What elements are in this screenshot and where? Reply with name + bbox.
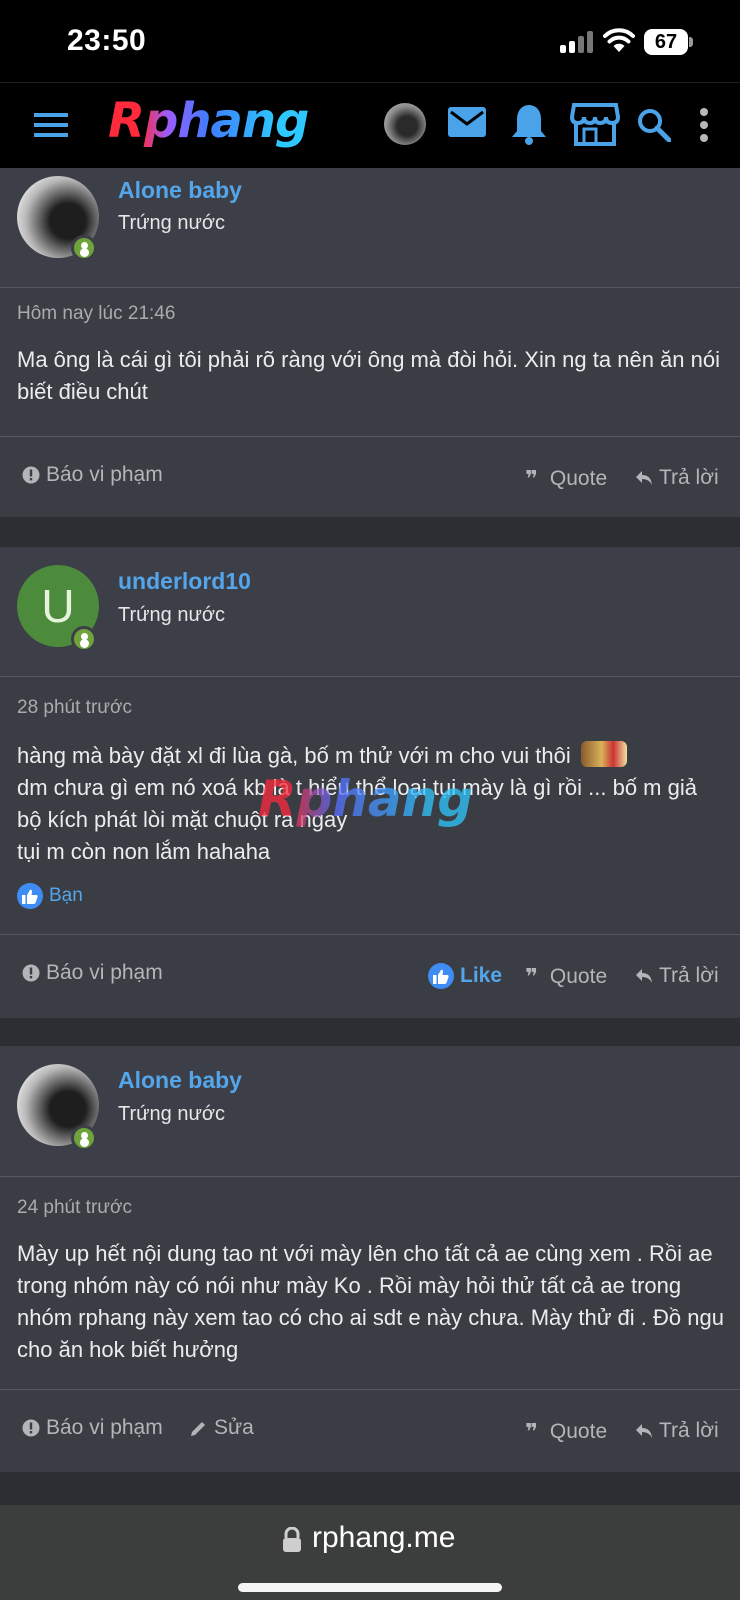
home-indicator[interactable] [238, 1583, 502, 1592]
quote-label: Quote [549, 1420, 608, 1443]
edit-label: Sửa [214, 1416, 254, 1439]
like-reaction-icon [17, 883, 43, 909]
post-user-row: Alone baby Trứng nước [0, 1046, 740, 1177]
post-footer: Báo vi phạm ❞ Quote Trả lời [0, 436, 740, 517]
lock-icon [283, 1527, 301, 1552]
browser-url-bar[interactable]: rphang.me [0, 1505, 740, 1600]
post-body-line: dm chưa gì em nó xoá kb là t hiểu thể lo… [17, 775, 697, 832]
reply-button[interactable]: Trả lời [635, 466, 719, 490]
report-label: Báo vi phạm [46, 961, 163, 984]
wifi-icon [603, 28, 635, 52]
url-text[interactable]: rphang.me [312, 1521, 455, 1555]
status-bar: 23:50 67 [0, 0, 740, 82]
post-body: Mày up hết nội dung tao nt với mày lên c… [17, 1241, 724, 1362]
bell-icon[interactable] [511, 103, 547, 145]
reaction-names: Bạn [49, 885, 83, 906]
quote-icon: ❞ [525, 964, 538, 989]
post: Alone baby Trứng nước 24 phút trước Mày … [0, 1046, 740, 1472]
report-button[interactable]: Báo vi phạm [22, 961, 163, 985]
emoji-sticker-icon [580, 741, 627, 767]
report-button[interactable]: Báo vi phạm [22, 1416, 163, 1440]
post-body: Ma ông là cái gì tôi phải rõ ràng với ôn… [17, 347, 720, 404]
post-timestamp[interactable]: 24 phút trước [17, 1197, 132, 1219]
menu-icon[interactable] [34, 112, 68, 138]
post-user-row: U underlord10 Trứng nước [0, 547, 740, 677]
post-user-row: Alone baby Trứng nước [0, 168, 740, 288]
status-time: 23:50 [67, 24, 147, 57]
alert-icon [22, 964, 40, 982]
mail-icon[interactable] [448, 107, 486, 137]
quote-label: Quote [549, 467, 608, 490]
like-label: Like [460, 964, 503, 987]
quote-button[interactable]: ❞ Quote [525, 1419, 607, 1445]
post-separator [0, 1018, 740, 1046]
quote-label: Quote [549, 965, 608, 988]
quote-icon: ❞ [525, 466, 538, 491]
post-separator [0, 517, 740, 547]
cellular-signal-icon [560, 31, 594, 53]
post-body-line: hàng mà bày đặt xl đi lùa gà, bố m thử v… [17, 740, 727, 772]
search-icon[interactable] [637, 108, 671, 142]
edit-button[interactable]: Sửa [190, 1416, 254, 1440]
post-timestamp[interactable]: Hôm nay lúc 21:46 [17, 303, 175, 325]
user-title: Trứng nước [118, 1103, 225, 1125]
store-icon[interactable] [570, 101, 620, 147]
online-status-icon [71, 235, 97, 261]
post-timestamp[interactable]: 28 phút trước [17, 697, 132, 719]
pencil-icon [191, 1422, 205, 1436]
reply-icon [636, 1424, 652, 1438]
online-status-icon [71, 626, 97, 652]
report-button[interactable]: Báo vi phạm [22, 463, 163, 487]
reply-icon [636, 969, 652, 983]
post: U underlord10 Trứng nước 28 phút trước h… [0, 547, 740, 1018]
reply-label: Trả lời [659, 466, 719, 489]
battery-level: 67 [654, 31, 678, 53]
post-footer: Báo vi phạm Like ❞ Quote Trả lời [0, 934, 740, 1018]
more-vertical-icon[interactable] [699, 107, 709, 143]
quote-icon: ❞ [525, 1419, 538, 1444]
user-avatar[interactable] [384, 103, 426, 145]
reply-label: Trả lời [659, 964, 719, 987]
user-title: Trứng nước [118, 212, 225, 234]
post-footer: Báo vi phạm Sửa ❞ Quote Trả lời [0, 1389, 740, 1472]
post-body-line: tụi m còn non lắm hahaha [17, 839, 271, 864]
alert-icon [22, 466, 40, 484]
report-label: Báo vi phạm [46, 1416, 163, 1439]
battery-icon: 67 [644, 29, 693, 55]
post: Alone baby Trứng nước Hôm nay lúc 21:46 … [0, 168, 740, 517]
username[interactable]: Alone baby [118, 177, 242, 204]
user-title: Trứng nước [118, 604, 225, 626]
alert-icon [22, 1419, 40, 1437]
username[interactable]: Alone baby [118, 1067, 242, 1094]
like-icon [428, 963, 454, 989]
report-label: Báo vi phạm [46, 463, 163, 486]
reply-button[interactable]: Trả lời [635, 1419, 719, 1443]
online-status-icon [71, 1125, 97, 1151]
site-logo[interactable]: Rphang [108, 93, 309, 149]
username[interactable]: underlord10 [118, 568, 251, 595]
reaction-summary[interactable]: Bạn [17, 883, 83, 909]
reply-label: Trả lời [659, 1419, 719, 1442]
app-header: Rphang [0, 82, 740, 168]
quote-button[interactable]: ❞ Quote [525, 466, 607, 492]
post-body: hàng mà bày đặt xl đi lùa gà, bố m thử v… [17, 740, 727, 868]
quote-button[interactable]: ❞ Quote [525, 964, 607, 990]
post-separator [0, 1472, 740, 1505]
reply-button[interactable]: Trả lời [635, 964, 719, 988]
reply-icon [636, 471, 652, 485]
like-button[interactable]: Like [428, 963, 502, 989]
